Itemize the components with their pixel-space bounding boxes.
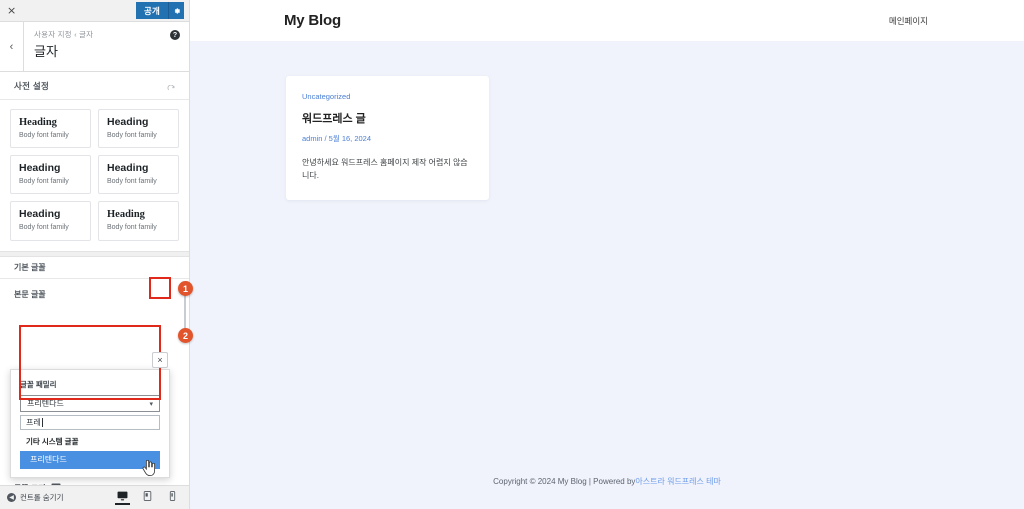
- publish-button[interactable]: 공개: [135, 2, 168, 19]
- presets-section-header: 사전 설정: [0, 72, 189, 100]
- preset-body-sample: Body font family: [107, 177, 157, 185]
- post-meta[interactable]: admin / 5월 16, 2024: [302, 133, 473, 144]
- body-font-row[interactable]: 본문 글꼴: [0, 279, 189, 311]
- customizer-body: 사전 설정 Heading Body font family Heading B…: [0, 72, 189, 509]
- font-preset-card[interactable]: Heading Body font family: [10, 201, 91, 241]
- post-title-link[interactable]: 워드프레스 글: [302, 110, 473, 126]
- font-family-search-input[interactable]: 프레: [20, 415, 160, 430]
- device-underline: [140, 503, 155, 505]
- font-family-group-label: 기타 시스템 글꼴: [26, 437, 79, 446]
- preset-body-sample: Body font family: [107, 224, 157, 232]
- customizer-topbar: × 공개: [0, 0, 189, 22]
- preset-body-sample: Body font family: [19, 224, 69, 232]
- device-mobile-button[interactable]: [165, 490, 180, 505]
- post-card: Uncategorized 워드프레스 글 admin / 5월 16, 202…: [286, 76, 489, 201]
- customizer-footer: ◀ 컨트롤 숨기기: [0, 485, 189, 509]
- preset-body-sample: Body font family: [19, 131, 69, 139]
- device-underline: [165, 503, 180, 505]
- post-excerpt: 안녕하세요 워드프레스 홈페이지 제작 어렵지 않습니다.: [302, 158, 468, 181]
- base-font-section-title: 기본 글꼴: [14, 262, 46, 272]
- site-preview-frame: My Blog 메인페이지 Uncategorized 워드프레스 글 admi…: [190, 0, 1024, 509]
- customizer-title-block: 사용자 지정 ‹ 글자 글자 ?: [24, 22, 189, 71]
- font-family-select[interactable]: 프리텐다드 ▾: [20, 395, 160, 412]
- font-family-option-pretendard[interactable]: 프리텐다드: [20, 451, 160, 469]
- preset-heading-sample: Heading: [107, 116, 149, 128]
- site-header: My Blog 메인페이지: [190, 0, 1024, 41]
- preset-heading-sample: Heading: [107, 162, 149, 175]
- preset-body-sample: Body font family: [107, 131, 157, 139]
- page-title: 글자: [34, 44, 58, 59]
- close-icon[interactable]: ×: [7, 5, 16, 16]
- preset-heading-sample: Heading: [19, 162, 61, 175]
- customizer-sidebar: × 공개 ‹ 사용자 지정 ‹ 글자 글자 ? 사전 설정 Heading Bo…: [0, 0, 190, 509]
- footer-copyright-text: Copyright © 2024 My Blog | Powered by: [493, 476, 636, 486]
- annotation-badge-2: 2: [178, 328, 193, 343]
- preset-heading-sample: Heading: [107, 209, 145, 221]
- customizer-header: ‹ 사용자 지정 ‹ 글자 글자 ?: [0, 22, 189, 72]
- post-category-link[interactable]: Uncategorized: [302, 92, 473, 101]
- device-desktop-button[interactable]: [115, 491, 130, 505]
- font-family-option-list: 기타 시스템 글꼴 프리텐다드: [20, 432, 160, 469]
- font-preset-grid: Heading Body font family Heading Body fo…: [0, 100, 189, 251]
- screenshot-root: × 공개 ‹ 사용자 지정 ‹ 글자 글자 ? 사전 설정 Heading Bo…: [0, 0, 1024, 509]
- publish-button-group: 공개: [135, 2, 184, 19]
- font-family-selected-value: 프리텐다드: [27, 399, 64, 408]
- hide-controls-icon: ◀: [7, 493, 16, 502]
- site-footer: Copyright © 2024 My Blog | Powered by 아스…: [190, 453, 1024, 509]
- base-font-section-header: 기본 글꼴: [0, 257, 189, 279]
- presets-section-title: 사전 설정: [14, 80, 50, 91]
- font-family-label: 글꼴 패밀리: [20, 380, 57, 389]
- preset-heading-sample: Heading: [19, 208, 61, 221]
- chevron-down-icon: ▾: [149, 400, 153, 408]
- hide-controls-button[interactable]: ◀ 컨트롤 숨기기: [7, 492, 63, 503]
- site-main-content: Uncategorized 워드프레스 글 admin / 5월 16, 202…: [190, 41, 1024, 453]
- device-tablet-button[interactable]: [140, 490, 155, 505]
- popup-close-button[interactable]: ×: [152, 352, 168, 368]
- hide-controls-label: 컨트롤 숨기기: [20, 493, 64, 502]
- annotation-badge-1: 1: [178, 281, 193, 296]
- font-preset-card[interactable]: Heading Body font family: [98, 155, 179, 195]
- font-preset-card[interactable]: Heading Body font family: [10, 155, 91, 195]
- chevron-left-icon[interactable]: ‹: [0, 22, 24, 71]
- preset-heading-sample: Heading: [19, 117, 57, 128]
- device-active-underline: [115, 502, 130, 505]
- nav-item-home[interactable]: 메인페이지: [889, 15, 928, 27]
- body-font-label: 본문 글꼴: [14, 290, 46, 300]
- reset-icon[interactable]: [167, 81, 176, 91]
- font-preset-card[interactable]: Heading Body font family: [98, 109, 179, 149]
- font-preset-card[interactable]: Heading Body font family: [98, 201, 179, 241]
- device-preview-switcher: [115, 490, 180, 505]
- text-caret: [41, 418, 43, 427]
- site-title[interactable]: My Blog: [284, 12, 341, 29]
- gear-icon[interactable]: [168, 2, 184, 19]
- help-icon[interactable]: ?: [170, 30, 180, 40]
- mouse-cursor-icon: [142, 460, 155, 476]
- footer-theme-link[interactable]: 아스트라 워드프레스 테마: [635, 476, 720, 487]
- preset-body-sample: Body font family: [19, 177, 69, 185]
- font-preset-card[interactable]: Heading Body font family: [10, 109, 91, 149]
- font-family-search-value: 프레: [26, 418, 41, 427]
- breadcrumb: 사용자 지정 ‹ 글자: [34, 30, 94, 39]
